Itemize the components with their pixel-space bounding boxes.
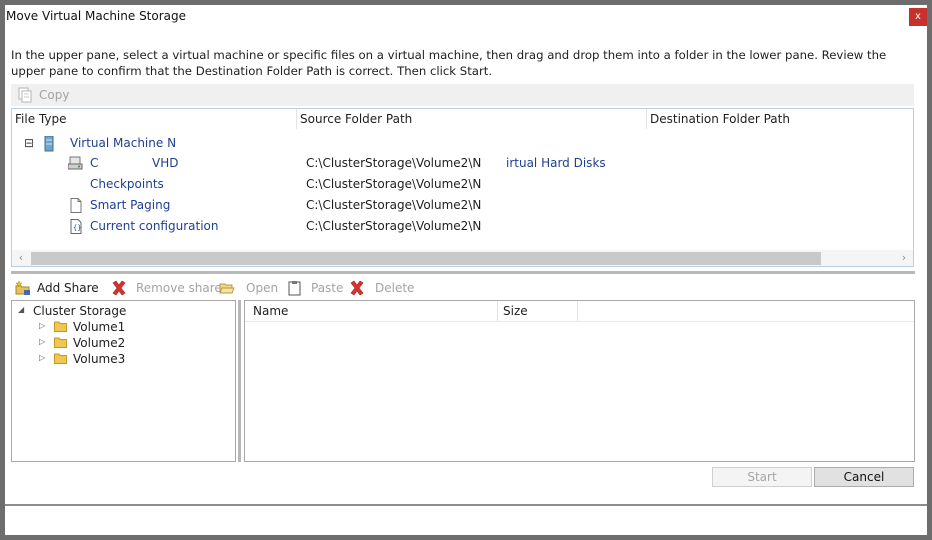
source-path-value: C:\ClusterStorage\Volume2\N xyxy=(306,198,482,212)
file-type-label-suffix: VHD xyxy=(152,156,179,170)
add-share-button[interactable]: Add Share xyxy=(15,277,107,299)
svg-text:{}: {} xyxy=(73,224,81,232)
vm-name-label: Virtual Machine N xyxy=(70,136,177,150)
vm-root-row[interactable]: ⊟ Virtual Machine N xyxy=(24,133,524,154)
dialog-window: Move Virtual Machine Storage x In the up… xyxy=(5,5,927,535)
tree-node-label: Volume3 xyxy=(73,352,126,366)
file-type-label: Smart Paging xyxy=(90,198,171,212)
paste-button[interactable]: Paste xyxy=(287,277,347,299)
file-row-current-configuration[interactable]: {} Current configuration C:\ClusterStora… xyxy=(66,216,906,237)
lower-toolbar: Add Share Remove share Open Paste Delete xyxy=(11,277,914,299)
file-type-label: Checkpoints xyxy=(90,177,164,191)
copy-label: Copy xyxy=(39,88,70,102)
tree-node-volume2[interactable]: ▷ Volume2 xyxy=(39,335,219,351)
tree-node-label: Volume2 xyxy=(73,336,126,350)
column-header-destination-path[interactable]: Destination Folder Path xyxy=(647,109,913,129)
tree-node-volume3[interactable]: ▷ Volume3 xyxy=(39,351,219,367)
horizontal-splitter[interactable] xyxy=(11,271,915,274)
folder-icon xyxy=(54,321,67,332)
folder-icon xyxy=(54,353,67,364)
footer-divider xyxy=(5,504,927,506)
horizontal-scrollbar[interactable]: ‹ › xyxy=(12,250,913,266)
folder-icon xyxy=(54,337,67,348)
red-x-icon xyxy=(112,280,126,296)
delete-button[interactable]: Delete xyxy=(349,277,419,299)
copy-button[interactable]: Copy xyxy=(17,84,87,106)
delete-label: Delete xyxy=(375,281,415,295)
close-button[interactable]: x xyxy=(909,8,927,26)
title-bar[interactable]: Move Virtual Machine Storage x xyxy=(5,5,927,29)
file-row-checkpoints[interactable]: Checkpoints C:\ClusterStorage\Volume2\N xyxy=(66,174,906,195)
paste-label: Paste xyxy=(311,281,344,295)
source-path-suffix: irtual Hard Disks xyxy=(506,156,606,170)
tree-node-volume1[interactable]: ▷ Volume1 xyxy=(39,319,219,335)
file-list[interactable]: Name Size xyxy=(244,300,915,462)
document-icon xyxy=(70,198,82,213)
vm-files-grid[interactable]: File Type Source Folder Path Destination… xyxy=(11,108,914,267)
tree-expander[interactable]: ▷ xyxy=(39,338,47,346)
file-type-label: C xyxy=(90,156,99,170)
scroll-right-arrow-icon[interactable]: › xyxy=(897,250,911,266)
clipboard-icon xyxy=(288,281,301,296)
add-share-label: Add Share xyxy=(37,281,99,295)
tree-expander[interactable]: ▷ xyxy=(39,354,47,362)
window-title: Move Virtual Machine Storage xyxy=(6,9,187,23)
column-header-source-path[interactable]: Source Folder Path xyxy=(297,109,647,129)
file-row-vhd[interactable]: C VHD C:\ClusterStorage\Volume2\N irtual… xyxy=(66,153,906,174)
column-header-file-type[interactable]: File Type xyxy=(12,109,297,129)
column-header-name[interactable]: Name xyxy=(245,301,498,321)
upper-toolbar: Copy xyxy=(11,84,914,106)
start-button[interactable]: Start xyxy=(712,467,812,487)
tree-node-cluster-storage[interactable]: ◢ Cluster Storage xyxy=(17,303,217,319)
source-path-value: C:\ClusterStorage\Volume2\N xyxy=(306,156,482,170)
copy-icon xyxy=(18,87,32,103)
source-path-value: C:\ClusterStorage\Volume2\N xyxy=(306,177,482,191)
disk-icon xyxy=(68,156,83,170)
column-header-size[interactable]: Size xyxy=(498,301,578,321)
collapse-toggle[interactable]: ⊟ xyxy=(24,133,34,154)
tree-expander[interactable]: ▷ xyxy=(39,322,47,330)
open-button[interactable]: Open xyxy=(219,277,279,299)
remove-share-button[interactable]: Remove share xyxy=(111,277,222,299)
server-icon xyxy=(44,136,54,152)
cancel-button[interactable]: Cancel xyxy=(814,467,914,487)
scrollbar-thumb[interactable] xyxy=(31,252,821,265)
tree-node-label: Volume1 xyxy=(73,320,126,334)
config-file-icon: {} xyxy=(70,219,82,234)
header-divider xyxy=(245,321,914,322)
tree-node-label: Cluster Storage xyxy=(33,304,127,318)
remove-share-label: Remove share xyxy=(136,281,222,295)
open-folder-icon xyxy=(219,283,235,294)
scroll-left-arrow-icon[interactable]: ‹ xyxy=(14,250,28,266)
source-path-value: C:\ClusterStorage\Volume2\N xyxy=(306,219,482,233)
add-share-icon xyxy=(15,280,30,295)
vertical-splitter[interactable] xyxy=(238,300,241,462)
tree-expander[interactable]: ◢ xyxy=(18,306,26,314)
open-label: Open xyxy=(246,281,279,295)
red-x-icon xyxy=(350,280,364,296)
storage-tree[interactable]: ◢ Cluster Storage ▷ Volume1 ▷ Volume2 ▷ … xyxy=(11,300,236,462)
instructions-text: In the upper pane, select a virtual mach… xyxy=(11,48,887,78)
file-type-label: Current configuration xyxy=(90,219,219,233)
file-row-smart-paging[interactable]: Smart Paging C:\ClusterStorage\Volume2\N xyxy=(66,195,906,216)
